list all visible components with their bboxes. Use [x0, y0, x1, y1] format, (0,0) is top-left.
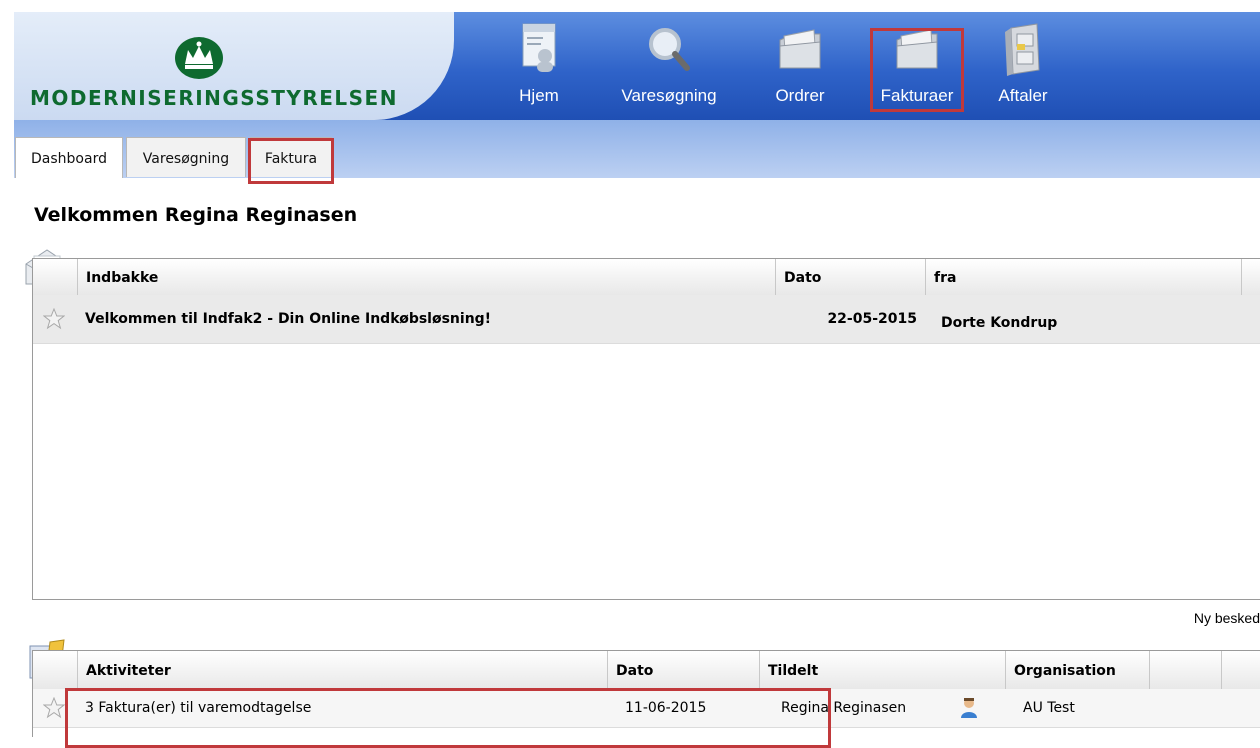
- tab-varesogning[interactable]: Varesøgning: [126, 137, 246, 177]
- nav-label: Ordrer: [775, 86, 825, 105]
- message-subject[interactable]: Velkommen til Indfak2 - Din Online Indkø…: [77, 295, 775, 343]
- column-header-extra: [1241, 259, 1260, 295]
- nav-label: Hjem: [519, 86, 559, 105]
- activity-organisation: AU Test: [1023, 700, 1075, 716]
- column-header-from[interactable]: fra: [925, 259, 1241, 295]
- highlight-box: [870, 28, 964, 112]
- column-header-extra: [1221, 651, 1260, 689]
- star-icon[interactable]: [43, 697, 65, 719]
- nav-hjem[interactable]: Hjem: [502, 22, 576, 106]
- activities-header: Aktiviteter Dato Tildelt Organisation: [33, 651, 1260, 690]
- highlight-box: [248, 138, 334, 184]
- column-header-extra: [1149, 651, 1221, 689]
- column-header-assigned[interactable]: Tildelt: [759, 651, 1005, 689]
- column-header-date[interactable]: Dato: [607, 651, 759, 689]
- file-cabinet-icon: [1005, 23, 1040, 76]
- star-icon[interactable]: [43, 308, 65, 330]
- column-header-subject[interactable]: Indbakke: [77, 259, 775, 295]
- tab-dashboard[interactable]: Dashboard: [15, 137, 123, 178]
- column-header-organisation[interactable]: Organisation: [1005, 651, 1149, 689]
- nav-aftaler[interactable]: Aftaler: [990, 22, 1056, 106]
- inbox-grid: Indbakke Dato fra Velkommen til Indfak2 …: [32, 258, 1260, 600]
- nav-label: Aftaler: [998, 86, 1048, 105]
- highlight-box: [65, 688, 831, 748]
- crown-logo-icon: [175, 37, 223, 79]
- magnifier-icon: [649, 28, 690, 71]
- nav-label: Varesøgning: [621, 86, 717, 105]
- nav-ordrer[interactable]: Ordrer: [768, 22, 832, 106]
- person-card-icon: [522, 23, 556, 72]
- table-row[interactable]: Velkommen til Indfak2 - Din Online Indkø…: [33, 295, 1260, 344]
- folder-icon: [779, 29, 821, 69]
- message-from: Dorte Kondrup: [941, 315, 1058, 331]
- column-header-date[interactable]: Dato: [775, 259, 925, 295]
- message-date: 22-05-2015: [827, 311, 917, 327]
- user-icon: [961, 698, 977, 718]
- logo-text: MODERNISERINGSSTYRELSEN: [30, 86, 398, 110]
- nav-varesogning[interactable]: Varesøgning: [608, 22, 730, 106]
- inbox-header: Indbakke Dato fra: [33, 259, 1260, 296]
- page-title: Velkommen Regina Reginasen: [34, 204, 358, 226]
- new-message-link[interactable]: Ny besked: [1194, 610, 1260, 626]
- column-header-activity[interactable]: Aktiviteter: [77, 651, 607, 689]
